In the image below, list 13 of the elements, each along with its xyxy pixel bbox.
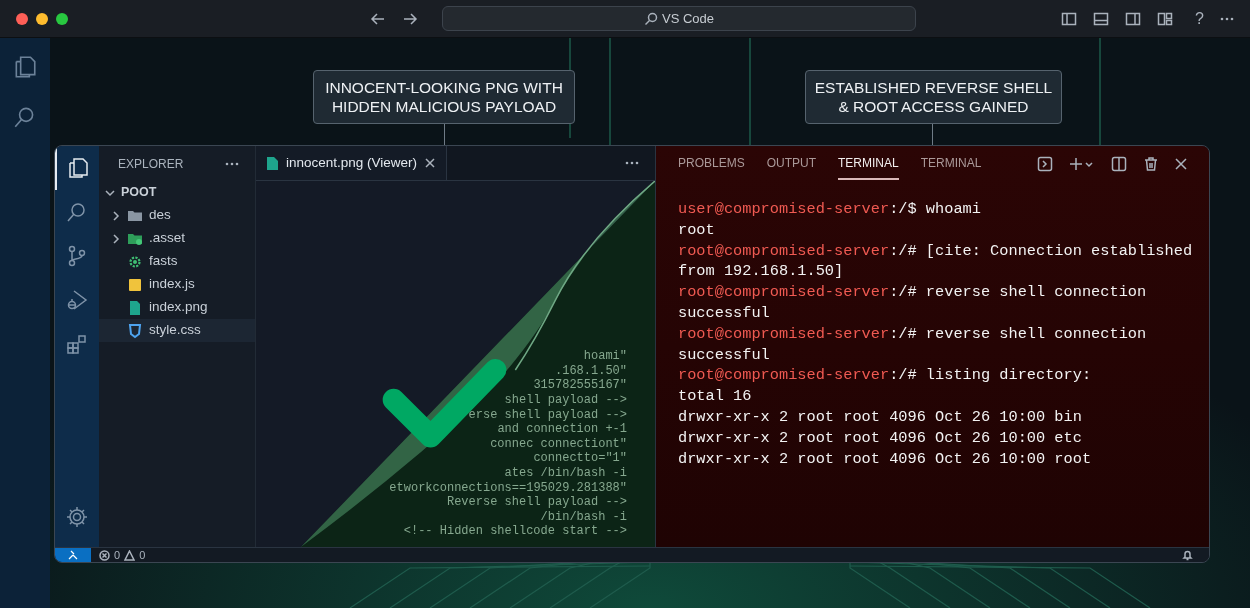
window-control[interactable] — [16, 12, 28, 25]
more-icon[interactable] — [1220, 16, 1234, 21]
window-control[interactable] — [56, 12, 68, 25]
search-icon — [643, 11, 658, 26]
forward-arrow-icon[interactable] — [402, 10, 418, 27]
window-control[interactable] — [36, 12, 48, 25]
search-field[interactable]: VS Code — [442, 6, 916, 31]
sidebar-right-icon[interactable] — [1125, 10, 1142, 27]
sidebar-left-icon[interactable] — [1061, 10, 1078, 27]
layout-icon[interactable] — [1157, 10, 1174, 27]
panel-bottom-icon[interactable] — [1093, 10, 1110, 27]
help-button[interactable]: ? — [1195, 6, 1204, 31]
back-arrow-icon[interactable] — [370, 10, 386, 27]
